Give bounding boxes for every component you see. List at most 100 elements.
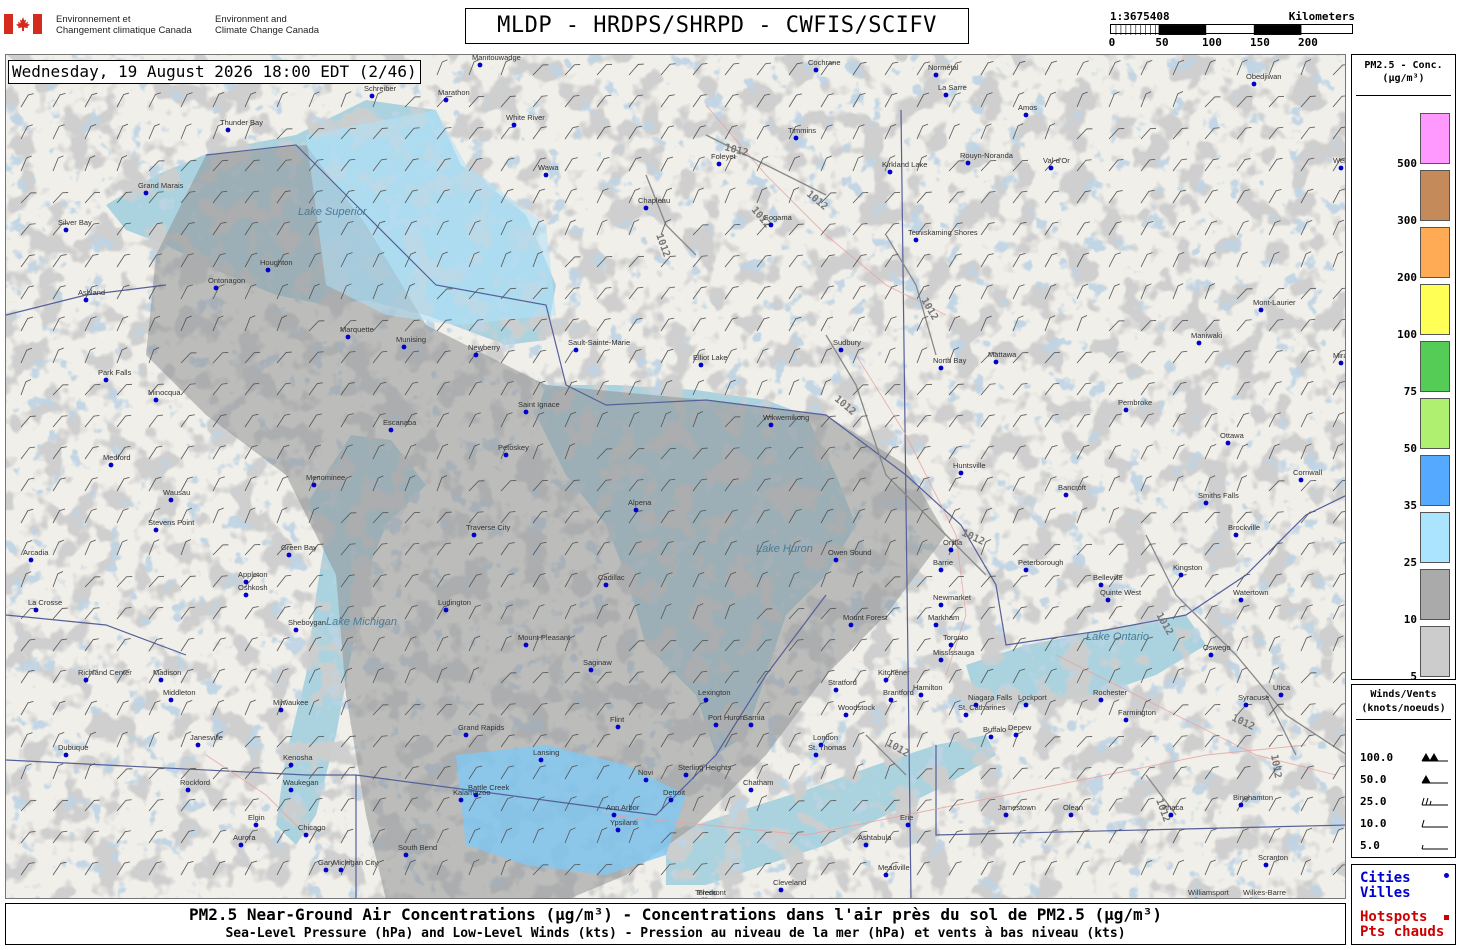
city-marker (843, 712, 849, 718)
city-label: Lake Ontario (1086, 631, 1149, 643)
city-label: Chatham (743, 778, 773, 787)
pm25-level-label: 100 (1397, 328, 1417, 341)
city-label: Scranton (1258, 853, 1288, 862)
city-label: North Bay (933, 356, 967, 365)
city-label: Barrie (933, 558, 953, 567)
city-label: Ithaca (1163, 803, 1184, 812)
city-marker (253, 822, 259, 828)
city-label: Orillia (943, 538, 963, 547)
city-marker (643, 205, 649, 211)
government-logo: Environnement et Changement climatique C… (4, 12, 344, 42)
city-marker (293, 627, 299, 633)
pm25-swatch-35 (1420, 455, 1450, 506)
city-marker (833, 557, 839, 563)
city-marker (615, 827, 621, 833)
city-label: Appleton (238, 570, 268, 579)
pm25-swatch-10 (1420, 569, 1450, 620)
city-marker (458, 797, 464, 803)
city-label: Cochrane (808, 58, 841, 67)
city-marker (698, 362, 704, 368)
city-marker (833, 687, 839, 693)
city-marker (683, 772, 689, 778)
gov-name-en-2: Climate Change Canada (215, 25, 320, 36)
pm25-legend-title: PM2.5 - Conc. (1364, 60, 1443, 71)
city-marker (1023, 567, 1029, 573)
city-marker (1338, 165, 1344, 171)
city-label: Thunder Bay (220, 118, 263, 127)
city-marker (1068, 812, 1074, 818)
city-label: Foleyet (711, 152, 737, 161)
wind-legend-row: 100.0 (1360, 751, 1394, 764)
city-marker (965, 160, 971, 166)
city-marker (611, 812, 617, 818)
pm25-legend: PM2.5 - Conc. (μg/m³) 500 300 200 100 75 50 35… (1351, 54, 1456, 683)
wind-legend-row: 50.0 (1360, 773, 1387, 786)
city-marker (477, 62, 483, 68)
wind-barb-25-icon (1421, 797, 1448, 806)
city-label: Ashtabula (858, 833, 892, 842)
gov-name-en-1: Environment and (215, 14, 287, 25)
key-hotspots-en: Hotspots (1360, 909, 1428, 925)
city-marker (1023, 112, 1029, 118)
city-label: St. Thomas (808, 743, 846, 752)
city-marker (633, 507, 639, 513)
city-label: Manitouwadge (472, 55, 521, 62)
city-marker (369, 93, 375, 99)
city-marker (28, 557, 34, 563)
city-marker (153, 527, 159, 533)
city-label: Stratford (828, 678, 857, 687)
city-label: Marquette (340, 325, 374, 334)
map-canvas[interactable]: 1012 1012 1012 1012 1012 1012 1012 1012 … (5, 54, 1346, 899)
city-marker (883, 872, 889, 878)
city-marker (33, 607, 39, 613)
city-label: Kitchener (878, 668, 910, 677)
city-label: Petoskey (498, 443, 529, 452)
city-label: Timmins (788, 126, 816, 135)
city-marker (933, 72, 939, 78)
wind-legend-row: 25.0 (1360, 795, 1387, 808)
pm25-level-label: 500 (1397, 157, 1417, 170)
city-label: Meadville (878, 863, 910, 872)
city-label: Port Huron (708, 713, 744, 722)
city-marker (748, 787, 754, 793)
city-label: Munising (396, 335, 426, 344)
city-label: Saginaw (583, 658, 612, 667)
city-label: Waukegan (283, 778, 319, 787)
wind-legend: Winds/Vents (knots/noeuds) 100.0 50.0 25… (1351, 684, 1456, 858)
city-marker (265, 267, 271, 273)
city-marker (848, 622, 854, 628)
city-label: Cornwall (1293, 468, 1323, 477)
city-label: Green Bay (281, 543, 317, 552)
pm25-swatch-200 (1420, 227, 1450, 278)
city-marker (523, 409, 529, 415)
gov-name-fr-1: Environnement et (56, 14, 131, 25)
city-label: Binghamton (1233, 793, 1273, 802)
city-label: South Bend (398, 843, 437, 852)
city-label: Marathon (438, 88, 470, 97)
city-marker (603, 582, 609, 588)
city-marker (716, 161, 722, 167)
city-label: Obedjiwan (1246, 72, 1281, 81)
city-label: Chicago (298, 823, 326, 832)
city-label: Niagara Falls (968, 693, 1012, 702)
city-label: Erie (900, 813, 913, 822)
city-marker (1258, 307, 1264, 313)
city-label: Wausau (163, 488, 190, 497)
city-marker (963, 712, 969, 718)
scale-bar: 1:3675408 Kilometers 0 50 100 150 200 (1109, 10, 1355, 52)
city-label: Toronto (943, 633, 968, 642)
city-label: Kenosha (283, 753, 313, 762)
city-marker (573, 347, 579, 353)
city-marker (913, 237, 919, 243)
scale-ratio: 1:3675408 (1110, 10, 1170, 23)
city-marker (1233, 532, 1239, 538)
city-label: Utica (1273, 683, 1291, 692)
city-label: Brockville (1228, 523, 1260, 532)
city-marker (1048, 165, 1054, 171)
city-marker (1251, 81, 1257, 87)
city-label: Syracuse (1238, 693, 1269, 702)
city-marker (103, 377, 109, 383)
city-marker (1063, 492, 1069, 498)
city-label: Quinte West (1100, 588, 1142, 597)
city-label: Maniwaki (1191, 331, 1223, 340)
